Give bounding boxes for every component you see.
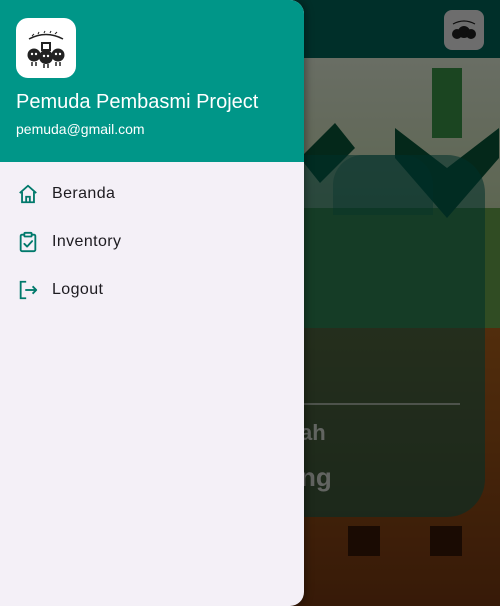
drawer-menu: Beranda Inventory Logout [0,170,304,314]
menu-item-logout[interactable]: Logout [0,266,304,314]
clipboard-check-icon [16,230,40,254]
home-icon [16,182,40,206]
menu-item-label: Inventory [52,233,122,250]
menu-item-label: Logout [52,281,104,298]
drawer-header: Pemuda Pembasmi Project pemuda@gmail.com [0,0,304,162]
menu-item-label: Beranda [52,185,116,202]
menu-item-beranda[interactable]: Beranda [0,170,304,218]
navigation-drawer: Pemuda Pembasmi Project pemuda@gmail.com… [0,0,304,606]
menu-item-inventory[interactable]: Inventory [0,218,304,266]
team-logo-icon [27,30,65,68]
user-logo [16,18,76,78]
user-name: Pemuda Pembasmi Project [16,91,259,113]
user-email: pemuda@gmail.com [16,121,145,137]
logout-icon [16,278,40,302]
